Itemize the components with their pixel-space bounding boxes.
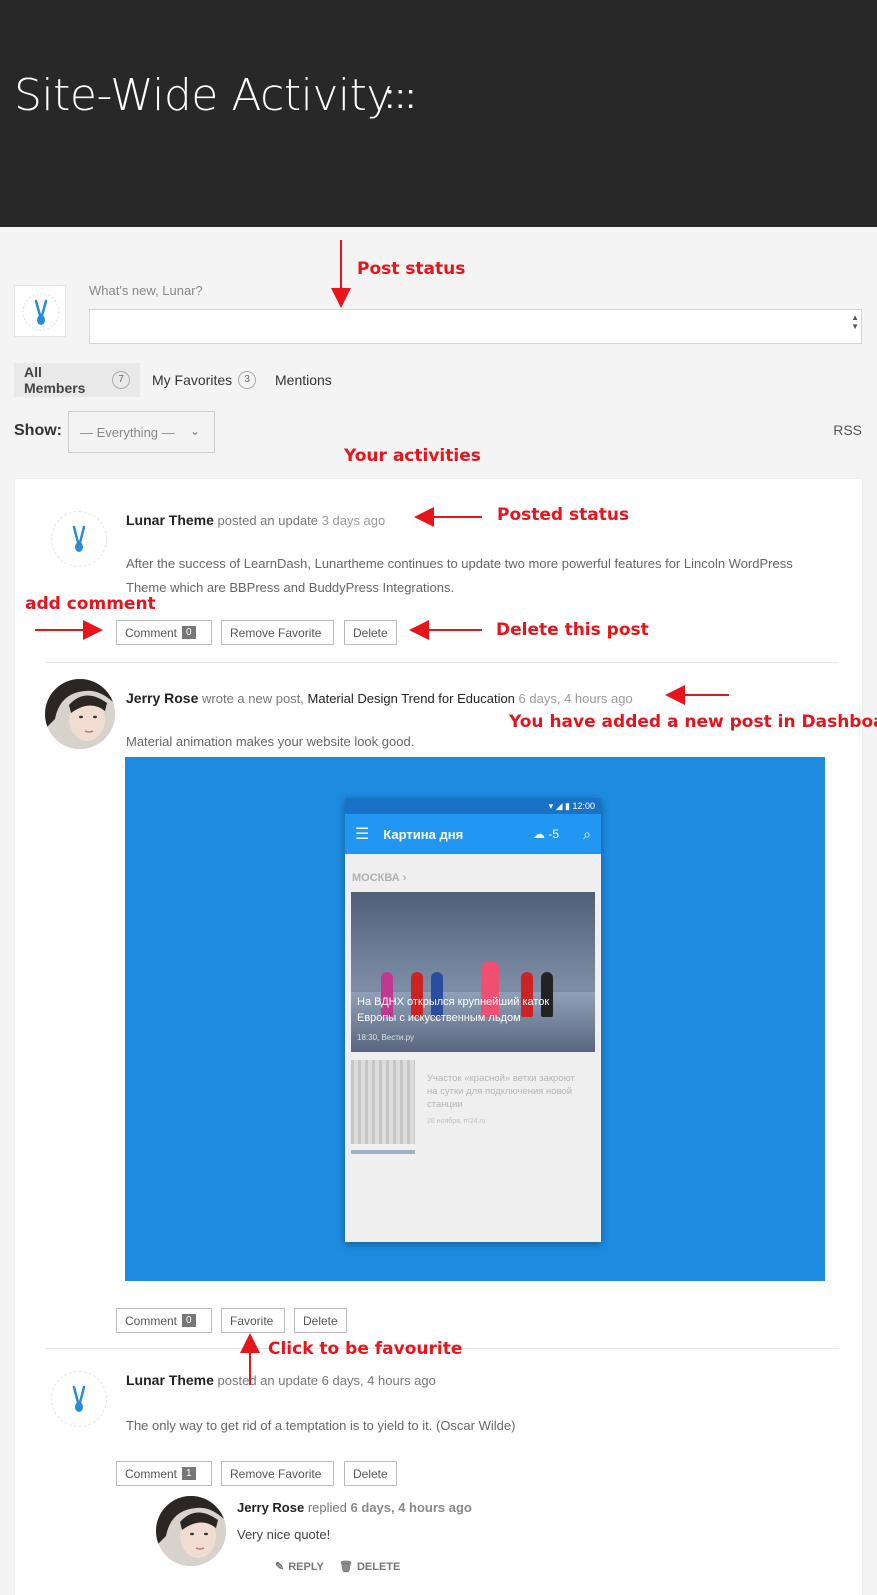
annotation-post-status: Post status (357, 259, 466, 279)
annotation-delete-post: Delete this post (496, 620, 649, 640)
annotation-add-comment: add comment (25, 594, 156, 614)
annotation-your-activities: Your activities (344, 446, 481, 466)
annotation-favourite: Click to be favourite (268, 1339, 463, 1359)
annotation-new-post: You have added a new post in Dashboard (509, 712, 877, 732)
annotation-posted-status: Posted status (497, 505, 630, 525)
